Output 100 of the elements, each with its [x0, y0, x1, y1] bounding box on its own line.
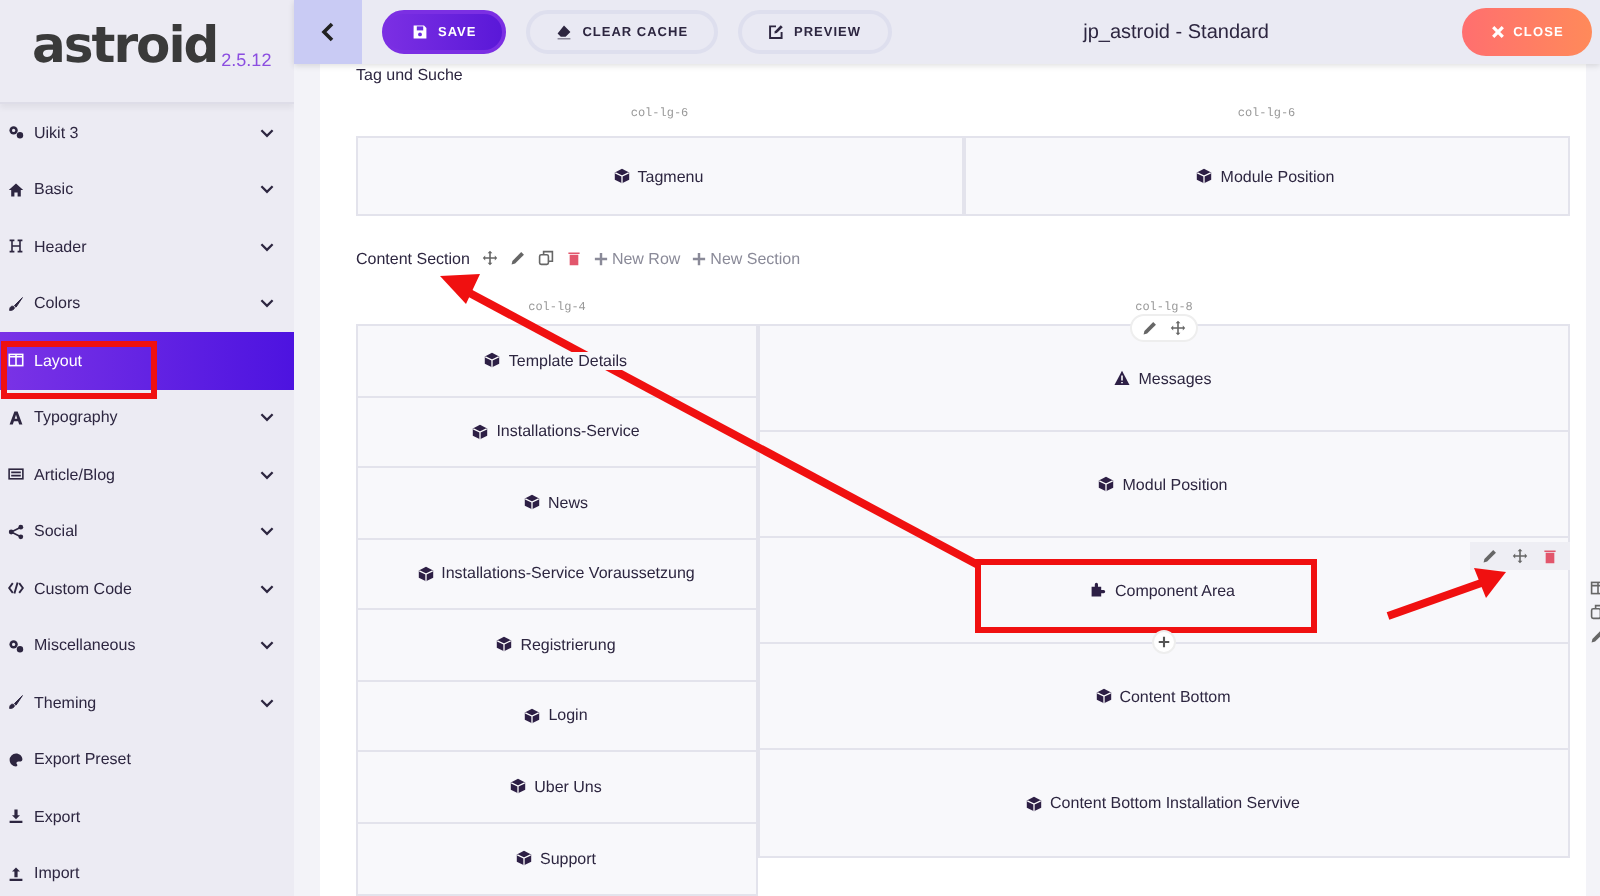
module-element[interactable]: Content Bottom Installation Servive — [760, 750, 1568, 856]
chevron-down-icon — [260, 526, 274, 537]
chevron-down-icon — [260, 697, 274, 708]
logo: astroid — [32, 20, 218, 78]
edit-icon[interactable] — [1142, 320, 1158, 336]
cube-icon — [1095, 688, 1112, 704]
chevron-left-icon — [320, 22, 336, 42]
window-title: jp_astroid - Standard — [1080, 21, 1271, 43]
module-element[interactable]: Registrierung — [358, 610, 756, 681]
sidebar-item[interactable]: Layout — [0, 332, 294, 389]
chevron-down-icon — [260, 298, 274, 309]
element-label: Component Area — [1112, 581, 1238, 599]
element-label: News — [545, 493, 590, 512]
plus-icon — [692, 251, 707, 265]
copy-icon[interactable] — [537, 250, 554, 266]
element-label: Content Bottom — [1117, 687, 1233, 705]
element-label: Modul Position — [1120, 475, 1230, 493]
external-edit-icon — [768, 24, 785, 40]
edit-icon[interactable] — [1482, 548, 1498, 564]
element-label: Messages — [1136, 369, 1214, 387]
element-label: Installations-Service Voraussetzung — [439, 564, 697, 583]
module-element[interactable]: Support — [358, 823, 756, 894]
cube-icon — [417, 565, 434, 582]
sidebar-item[interactable]: Header — [0, 218, 294, 275]
sidebar-item[interactable]: Article/Blog — [0, 446, 294, 503]
columns-icon — [8, 352, 24, 369]
annotation-arrow — [1386, 568, 1506, 620]
cube-icon — [1196, 168, 1213, 184]
puzzle-icon — [1090, 582, 1107, 598]
sidebar-item[interactable]: Social — [0, 503, 294, 560]
module-element[interactable]: Installations-Service — [358, 397, 756, 468]
palette-icon — [8, 751, 24, 768]
module-element[interactable]: Uber Uns — [358, 752, 756, 823]
module-element[interactable]: News — [358, 468, 756, 539]
edit-icon[interactable] — [509, 250, 526, 266]
download-icon — [8, 808, 24, 825]
element-label: Uber Uns — [532, 777, 604, 796]
code-icon — [8, 580, 24, 597]
sidebar-item[interactable]: Miscellaneous — [0, 617, 294, 674]
version-label: 2.5.12 — [219, 50, 272, 74]
sidebar-item[interactable]: Basic — [0, 161, 294, 218]
share-icon — [8, 523, 24, 540]
plus-icon — [593, 251, 608, 265]
module-element[interactable]: Module Position — [965, 138, 1568, 214]
cube-icon — [523, 494, 540, 511]
cube-icon — [496, 636, 513, 653]
module-element[interactable]: Login — [358, 681, 756, 752]
chevron-down-icon — [260, 412, 274, 423]
element-label: Template Details — [506, 351, 630, 370]
section-title: Content Section — [356, 249, 470, 267]
close-icon — [1489, 24, 1506, 40]
module-element[interactable]: Installations-Service Voraussetzung — [358, 539, 756, 610]
brush-icon — [8, 295, 24, 312]
move-icon[interactable] — [481, 250, 498, 266]
module-element[interactable]: Tagmenu — [358, 138, 961, 214]
brush-icon — [8, 694, 24, 711]
plus-icon — [1158, 636, 1170, 648]
chevron-down-icon — [260, 640, 274, 651]
sidebar-item[interactable]: Colors — [0, 275, 294, 332]
cube-icon — [515, 850, 532, 867]
element-label: Content Bottom Installation Servive — [1048, 794, 1302, 812]
warning-icon — [1114, 370, 1131, 386]
trash-icon[interactable] — [565, 250, 582, 266]
cube-icon — [472, 423, 489, 440]
sidebar-item[interactable]: Export Preset — [0, 731, 294, 788]
cube-icon — [524, 707, 541, 724]
module-element[interactable]: Modul Position — [760, 432, 1568, 538]
module-element[interactable]: Content Bottom — [760, 644, 1568, 750]
cube-icon — [1098, 476, 1115, 492]
cube-icon — [613, 168, 630, 184]
chevron-down-icon — [260, 583, 274, 594]
sidebar-item[interactable]: Uikit 3 — [0, 104, 294, 161]
move-icon[interactable] — [1170, 320, 1186, 336]
cube-icon — [510, 778, 527, 795]
element-label: Registrierung — [518, 635, 618, 654]
eraser-icon — [556, 24, 573, 40]
chevron-down-icon — [260, 241, 274, 252]
section-title: Tag und Suche — [356, 64, 465, 88]
chevron-down-icon — [260, 184, 274, 195]
sidebar-item[interactable]: Custom Code — [0, 560, 294, 617]
newspaper-icon — [8, 466, 24, 483]
chevron-down-icon — [260, 469, 274, 480]
sidebar-item[interactable]: Typography — [0, 389, 294, 446]
heading-icon — [8, 238, 24, 255]
add-link[interactable]: New Section — [692, 249, 801, 267]
home-icon — [8, 181, 24, 198]
cube-icon — [484, 352, 501, 369]
element-label: Tagmenu — [635, 167, 706, 185]
sidebar-item[interactable]: Theming — [0, 674, 294, 731]
element-label: Login — [546, 706, 590, 725]
element-label: Support — [537, 849, 599, 868]
chevron-down-icon — [260, 127, 274, 138]
font-icon — [8, 409, 24, 426]
sidebar-item[interactable]: Export — [0, 788, 294, 845]
upload-icon — [8, 865, 24, 882]
module-element[interactable]: Template Details — [358, 326, 756, 397]
element-label: Module Position — [1218, 167, 1337, 185]
trash-icon[interactable] — [1542, 548, 1558, 564]
sidebar-item[interactable]: Import — [0, 845, 294, 896]
move-icon[interactable] — [1512, 548, 1528, 564]
